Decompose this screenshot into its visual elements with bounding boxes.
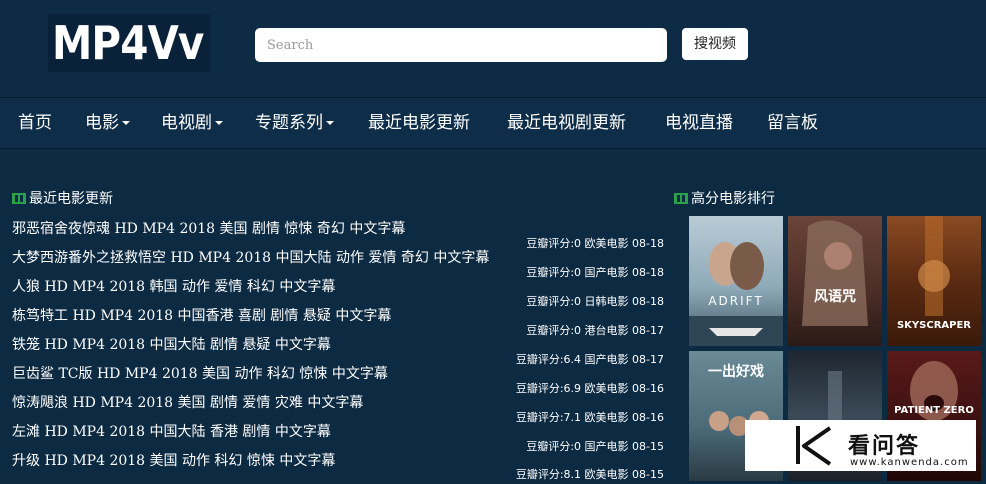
- nav-topics[interactable]: 专题系列: [255, 98, 334, 150]
- poster-title: ADRIFT: [708, 294, 764, 308]
- site-logo[interactable]: MP4Vv: [48, 14, 210, 72]
- movie-meta: 豆瓣评分:6.9 欧美电影 08-16: [515, 382, 664, 395]
- poster-skyscraper[interactable]: SKYSCRAPER: [887, 216, 981, 346]
- watermark-url: www.kanwenda.com: [850, 457, 969, 468]
- poster-art: [802, 220, 868, 326]
- poster-title: 风语咒: [814, 289, 856, 305]
- movie-link[interactable]: 巨齿鲨 TC版 HD MP4 2018 美国 动作 科幻 惊悚 中文字幕: [12, 363, 388, 385]
- nav-tv[interactable]: 电视剧: [161, 98, 223, 150]
- nav-live-tv-label: 电视直播: [665, 113, 733, 133]
- chevron-down-icon: [122, 121, 130, 125]
- movie-link[interactable]: 栋笃特工 HD MP4 2018 中国香港 喜剧 剧情 悬疑 中文字幕: [12, 305, 391, 327]
- nav-home-label: 首页: [18, 113, 52, 133]
- movie-link[interactable]: 人狼 HD MP4 2018 韩国 动作 爱情 科幻 中文字幕: [12, 276, 335, 298]
- nav-topics-label: 专题系列: [255, 113, 323, 133]
- movie-link[interactable]: 左滩 HD MP4 2018 中国大陆 香港 剧情 中文字幕: [12, 421, 331, 443]
- movie-link[interactable]: 邪恶宿舍夜惊魂 HD MP4 2018 美国 剧情 惊悚 奇幻 中文字幕: [12, 218, 405, 240]
- movie-meta: 豆瓣评分:8.1 欧美电影 08-15: [515, 468, 664, 481]
- movie-link[interactable]: 惊涛飓浪 HD MP4 2018 美国 剧情 爱情 灾难 中文字幕: [12, 392, 363, 414]
- poster-title: PATIENT ZERO: [894, 405, 974, 416]
- nav-live-tv[interactable]: 电视直播: [665, 98, 733, 150]
- poster-title: 一出好戏: [708, 364, 764, 380]
- poster-art: [689, 242, 783, 346]
- movie-meta: 豆瓣评分:0 国产电影 08-15: [526, 440, 664, 453]
- logo-text: MP4Vv: [52, 16, 204, 70]
- watermark-k-icon: [796, 426, 832, 466]
- nav-latest-tv-label: 最近电视剧更新: [507, 113, 626, 133]
- nav-guestbook-label: 留言板: [767, 113, 818, 133]
- chevron-down-icon: [326, 121, 334, 125]
- top-rated-section-title: 高分电影排行: [674, 188, 775, 208]
- movie-meta: 豆瓣评分:0 日韩电影 08-18: [526, 295, 664, 308]
- nav-latest-movies-label: 最近电影更新: [368, 113, 470, 133]
- movie-meta: 豆瓣评分:0 港台电影 08-17: [526, 324, 664, 337]
- poster-title: SKYSCRAPER: [896, 320, 972, 331]
- search-button[interactable]: 搜视频: [682, 28, 748, 60]
- movie-link[interactable]: 升级 HD MP4 2018 美国 动作 科幻 惊悚 中文字幕: [12, 450, 335, 472]
- watermark-title: 看问答: [848, 434, 921, 459]
- movie-link[interactable]: 大梦西游番外之拯救悟空 HD MP4 2018 中国大陆 动作 爱情 奇幻 中文…: [12, 247, 489, 269]
- nav-latest-movies[interactable]: 最近电影更新: [368, 98, 470, 150]
- poster-adrift[interactable]: ADRIFT: [689, 216, 783, 346]
- chevron-down-icon: [215, 121, 223, 125]
- nav-movies-label: 电影: [85, 113, 119, 133]
- latest-title-text: 最近电影更新: [29, 191, 113, 207]
- nav-guestbook[interactable]: 留言板: [767, 98, 818, 150]
- movie-meta: 豆瓣评分:0 国产电影 08-18: [526, 266, 664, 279]
- top-rated-title-text: 高分电影排行: [691, 191, 775, 207]
- movie-link[interactable]: 铁笼 HD MP4 2018 中国大陆 剧情 悬疑 中文字幕: [12, 334, 331, 356]
- film-icon: [12, 193, 26, 204]
- movie-meta: 豆瓣评分:6.4 国产电影 08-17: [515, 353, 664, 366]
- nav-latest-tv[interactable]: 最近电视剧更新: [507, 98, 626, 150]
- movie-meta: 豆瓣评分:0 欧美电影 08-18: [526, 237, 664, 250]
- main-nav: 首页 电影 电视剧 专题系列 最近电影更新 最近电视剧更新 电视直播 留言板: [0, 97, 986, 149]
- nav-tv-label: 电视剧: [161, 113, 212, 133]
- nav-home[interactable]: 首页: [18, 98, 52, 150]
- nav-movies[interactable]: 电影: [85, 98, 130, 150]
- latest-section-title: 最近电影更新: [12, 188, 113, 208]
- movie-meta: 豆瓣评分:7.1 欧美电影 08-16: [515, 411, 664, 424]
- film-icon: [674, 193, 688, 204]
- poster-fengyuzhou[interactable]: 风语咒: [788, 216, 882, 346]
- search-input[interactable]: [255, 28, 667, 62]
